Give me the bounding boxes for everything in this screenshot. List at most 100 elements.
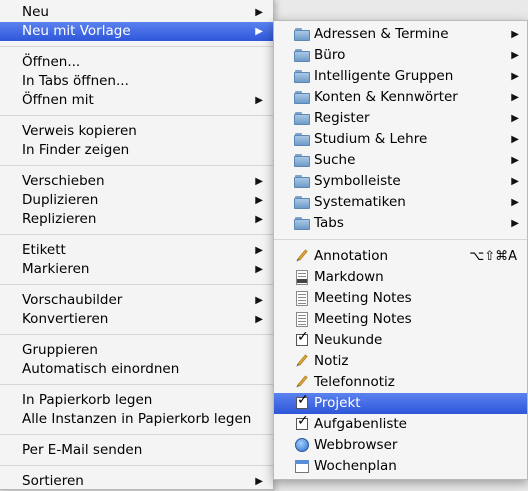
submenu-item-label: Symbolleiste bbox=[314, 173, 401, 189]
menu-item-label: Konvertieren bbox=[22, 311, 109, 327]
submenu-template-meeting-notes[interactable]: Meeting Notes bbox=[274, 288, 527, 309]
submenu-arrow-icon: ▶ bbox=[511, 176, 519, 187]
menu-item-verweis-kopieren[interactable]: Verweis kopieren bbox=[0, 122, 273, 141]
submenu-arrow-icon: ▶ bbox=[255, 295, 263, 306]
menu-item-label: Automatisch einordnen bbox=[22, 361, 180, 377]
menu-item-offnen[interactable]: Öffnen... bbox=[0, 53, 273, 72]
submenu-folder-intelligente-gruppen[interactable]: Intelligente Gruppen ▶ bbox=[274, 66, 527, 87]
menu-item-markieren[interactable]: Markieren ▶ bbox=[0, 260, 273, 279]
submenu-folder-adressen-termine[interactable]: Adressen & Termine ▶ bbox=[274, 24, 527, 45]
menu-item-sortieren[interactable]: Sortieren ▶ bbox=[0, 472, 273, 491]
folder-icon bbox=[294, 153, 310, 168]
submenu-item-label: Meeting Notes bbox=[314, 311, 412, 327]
context-menu: Neu ▶ Neu mit Vorlage ▶ Öffnen... In Tabs öff… bbox=[0, 0, 274, 490]
submenu-arrow-icon: ▶ bbox=[255, 264, 263, 275]
menu-separator bbox=[0, 434, 273, 435]
menu-item-label: Markieren bbox=[22, 261, 90, 277]
menu-item-label: In Tabs öffnen... bbox=[22, 73, 129, 89]
menu-item-label: Neu mit Vorlage bbox=[22, 23, 131, 39]
menu-item-verschieben[interactable]: Verschieben ▶ bbox=[0, 172, 273, 191]
submenu-arrow-icon: ▶ bbox=[511, 50, 519, 61]
menu-item-label: Öffnen mit bbox=[22, 92, 94, 108]
pencil-icon bbox=[291, 351, 313, 373]
menu-item-vorschaubilder[interactable]: Vorschaubilder ▶ bbox=[0, 291, 273, 310]
submenu-template-neukunde[interactable]: ✓ Neukunde bbox=[274, 330, 527, 351]
submenu-item-label: Neukunde bbox=[314, 332, 383, 348]
menu-separator bbox=[0, 115, 273, 116]
menu-item-neu-mit-vorlage[interactable]: Neu mit Vorlage ▶ bbox=[0, 22, 273, 41]
submenu-item-label: Intelligente Gruppen bbox=[314, 68, 454, 84]
submenu-template-annotation[interactable]: Annotation ⌥⇧⌘A bbox=[274, 246, 527, 267]
submenu-template-telefonnotiz[interactable]: Telefonnotiz bbox=[274, 372, 527, 393]
submenu-arrow-icon: ▶ bbox=[511, 155, 519, 166]
submenu-item-label: Annotation bbox=[314, 248, 389, 264]
submenu-item-label: Register bbox=[314, 110, 370, 126]
submenu-item-label: Suche bbox=[314, 152, 356, 168]
submenu-folder-konten-kennworter[interactable]: Konten & Kennwörter ▶ bbox=[274, 87, 527, 108]
submenu-template-webbrowser[interactable]: Webbrowser bbox=[274, 435, 527, 456]
submenu-item-label: Studium & Lehre bbox=[314, 131, 428, 147]
pencil-icon bbox=[291, 246, 313, 268]
submenu-folder-symbolleiste[interactable]: Symbolleiste ▶ bbox=[274, 171, 527, 192]
menu-item-label: Etikett bbox=[22, 242, 66, 258]
submenu-folder-buro[interactable]: Büro ▶ bbox=[274, 45, 527, 66]
submenu-folder-register[interactable]: Register ▶ bbox=[274, 108, 527, 129]
menu-item-neu[interactable]: Neu ▶ bbox=[0, 3, 273, 22]
document-icon bbox=[294, 291, 310, 306]
menu-item-in-papierkorb-legen[interactable]: In Papierkorb legen bbox=[0, 391, 273, 410]
menu-item-per-e-mail-senden[interactable]: Per E-Mail senden bbox=[0, 441, 273, 460]
submenu-template-projekt[interactable]: ✓ Projekt bbox=[274, 393, 527, 414]
menu-item-label: Alle Instanzen in Papierkorb legen bbox=[22, 411, 252, 427]
submenu-folder-suche[interactable]: Suche ▶ bbox=[274, 150, 527, 171]
submenu-item-label: Büro bbox=[314, 47, 346, 63]
folder-icon bbox=[294, 90, 310, 105]
menu-item-etikett[interactable]: Etikett ▶ bbox=[0, 241, 273, 260]
menu-item-label: Duplizieren bbox=[22, 192, 99, 208]
menu-separator bbox=[0, 234, 273, 235]
menu-item-label: In Papierkorb legen bbox=[22, 392, 153, 408]
submenu-item-label: Markdown bbox=[314, 269, 384, 285]
folder-icon bbox=[294, 69, 310, 84]
submenu-template-meeting-notes[interactable]: Meeting Notes bbox=[274, 309, 527, 330]
menu-item-gruppieren[interactable]: Gruppieren bbox=[0, 341, 273, 360]
globe-icon bbox=[294, 438, 310, 453]
folder-icon bbox=[294, 111, 310, 126]
menu-item-label: Neu bbox=[22, 4, 49, 20]
submenu-template-markdown[interactable]: Markdown bbox=[274, 267, 527, 288]
pencil-icon bbox=[291, 372, 313, 394]
submenu-item-label: Meeting Notes bbox=[314, 290, 412, 306]
submenu-item-label: Projekt bbox=[314, 395, 361, 411]
submenu-arrow-icon: ▶ bbox=[255, 176, 263, 187]
menu-item-automatisch-einordnen[interactable]: Automatisch einordnen bbox=[0, 360, 273, 379]
menu-item-konvertieren[interactable]: Konvertieren ▶ bbox=[0, 310, 273, 329]
submenu-item-label: Wochenplan bbox=[314, 458, 397, 474]
folder-icon bbox=[294, 195, 310, 210]
calendar-icon bbox=[294, 459, 310, 474]
menu-separator bbox=[0, 46, 273, 47]
document-icon bbox=[294, 312, 310, 327]
menu-separator bbox=[0, 165, 273, 166]
menu-item-label: Replizieren bbox=[22, 211, 97, 227]
submenu-template-aufgabenliste[interactable]: ✓ Aufgabenliste bbox=[274, 414, 527, 435]
checkbox-icon: ✓ bbox=[296, 392, 309, 409]
menu-item-offnen-mit[interactable]: Öffnen mit ▶ bbox=[0, 91, 273, 110]
submenu-template-notiz[interactable]: Notiz bbox=[274, 351, 527, 372]
submenu-arrow-icon: ▶ bbox=[255, 245, 263, 256]
menu-item-label: Per E-Mail senden bbox=[22, 442, 143, 458]
menu-item-label: Vorschaubilder bbox=[22, 292, 123, 308]
menu-item-duplizieren[interactable]: Duplizieren ▶ bbox=[0, 191, 273, 210]
menu-separator bbox=[0, 384, 273, 385]
folder-icon bbox=[294, 216, 310, 231]
menu-item-alle-instanzen-in-papierkorb-legen[interactable]: Alle Instanzen in Papierkorb legen bbox=[0, 410, 273, 429]
checkbox-icon: ✓ bbox=[296, 329, 309, 346]
menu-item-in-tabs-offnen[interactable]: In Tabs öffnen... bbox=[0, 72, 273, 91]
submenu-template-wochenplan[interactable]: Wochenplan bbox=[274, 456, 527, 477]
template-submenu: Adressen & Termine ▶ Büro ▶ Intelligente Gru… bbox=[273, 20, 528, 480]
submenu-folder-studium-lehre[interactable]: Studium & Lehre ▶ bbox=[274, 129, 527, 150]
submenu-folder-tabs[interactable]: Tabs ▶ bbox=[274, 213, 527, 234]
submenu-arrow-icon: ▶ bbox=[255, 314, 263, 325]
menu-item-in-finder-zeigen[interactable]: In Finder zeigen bbox=[0, 141, 273, 160]
submenu-item-label: Systematiken bbox=[314, 194, 406, 210]
menu-item-replizieren[interactable]: Replizieren ▶ bbox=[0, 210, 273, 229]
submenu-folder-systematiken[interactable]: Systematiken ▶ bbox=[274, 192, 527, 213]
